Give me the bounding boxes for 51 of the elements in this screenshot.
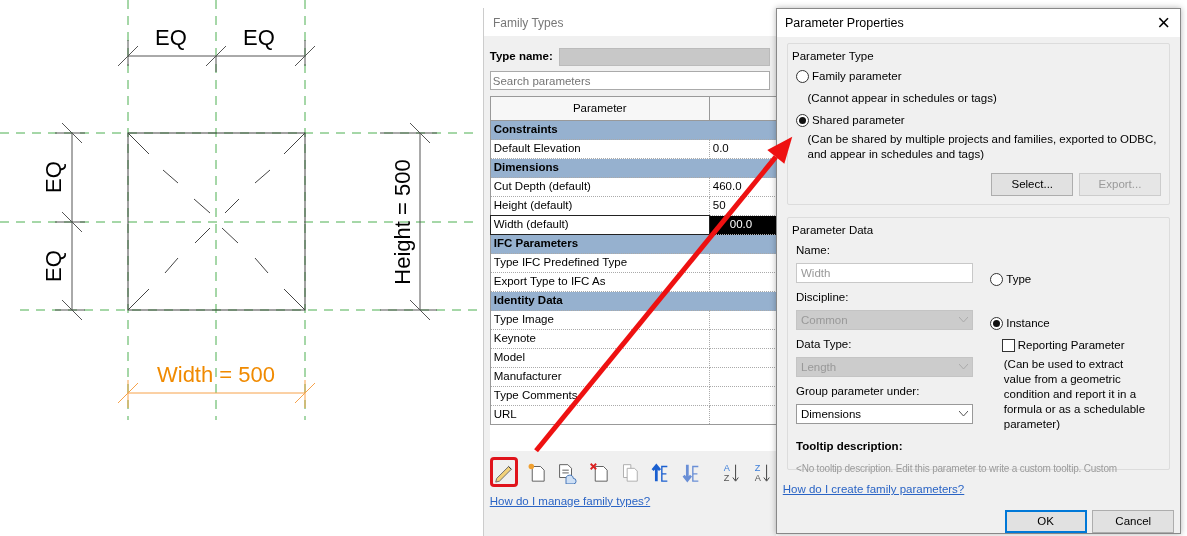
radio-button[interactable]: Instance: [990, 315, 1050, 333]
group-header[interactable]: Identity Data: [490, 291, 776, 311]
field-label: Tooltip description:: [796, 438, 904, 454]
radio-button[interactable]: Type: [990, 271, 1032, 289]
toolbar-button[interactable]: [489, 456, 519, 487]
table-cell[interactable]: Manufacturer: [490, 367, 710, 387]
close-button[interactable]: ×: [1155, 11, 1172, 34]
chevron-down-icon: [959, 411, 968, 418]
window-title: Parameter Properties: [785, 14, 904, 32]
chevron-down-icon: [959, 364, 968, 371]
type-name-field[interactable]: [558, 47, 771, 66]
dialog-button[interactable]: Select...: [991, 173, 1074, 197]
radio-button[interactable]: Family parameter: [796, 67, 902, 85]
radio-description: (Can be shared by multiple projects and families, exported to ODBC, and appear in schedules and tags): [807, 131, 1158, 162]
window-title: Family Types: [484, 8, 776, 36]
checkbox-description: (Can be used to extract value from a geometric condition and report it in a formula or as a schedulable parameter): [1002, 357, 1147, 432]
dialog-button[interactable]: Cancel: [1092, 510, 1175, 533]
tooltip-text: <No tooltip description. Edit this parameter to write a custom tooltip. Custom: [796, 461, 1118, 476]
dimension-label: EQ: [155, 25, 187, 50]
field-label: Group parameter under:: [796, 383, 921, 399]
help-link[interactable]: How do I create family parameters?: [782, 483, 965, 496]
table-cell[interactable]: Type IFC Predefined Type: [490, 253, 710, 273]
field-label: Name:: [796, 242, 831, 258]
field-label: Discipline:: [796, 289, 850, 305]
help-link[interactable]: How do I manage family types?: [489, 494, 651, 507]
table-cell[interactable]: Cut Depth (default): [490, 177, 710, 197]
dimension-label: Width = 500: [157, 362, 275, 387]
search-field[interactable]: Search parameters: [489, 71, 771, 91]
group-header[interactable]: Dimensions: [490, 158, 776, 178]
dimension-label: EQ: [243, 25, 275, 50]
checkbox[interactable]: Reporting Parameter: [1001, 337, 1152, 355]
group-label: Parameter Type: [792, 48, 875, 64]
field-label: Type name:: [489, 48, 553, 64]
table-cell[interactable]: Keynote: [490, 329, 710, 349]
radio-description: (Cannot appear in schedules or tags): [807, 90, 998, 106]
table-cell[interactable]: Width (default): [490, 215, 710, 235]
table-cell[interactable]: Export Type to IFC As: [490, 272, 710, 292]
table-cell[interactable]: Model: [490, 348, 710, 368]
table-cell[interactable]: Default Elevation: [490, 139, 710, 159]
group-label: Parameter Data: [792, 222, 875, 238]
column-header[interactable]: Parameter: [490, 96, 710, 121]
chevron-down-icon: [959, 317, 968, 324]
field-label: Data Type:: [796, 336, 853, 352]
radio-button[interactable]: Shared parameter: [796, 111, 905, 129]
dimension-label: EQ: [41, 161, 66, 193]
dimension-label: Height = 500: [390, 159, 415, 285]
dialog-button[interactable]: OK: [1004, 510, 1087, 533]
table-cell[interactable]: Type Comments: [490, 386, 710, 406]
table-cell[interactable]: Type Image: [490, 310, 710, 330]
dropdown[interactable]: Dimensions: [796, 404, 973, 425]
dimension-label: EQ: [41, 250, 66, 282]
